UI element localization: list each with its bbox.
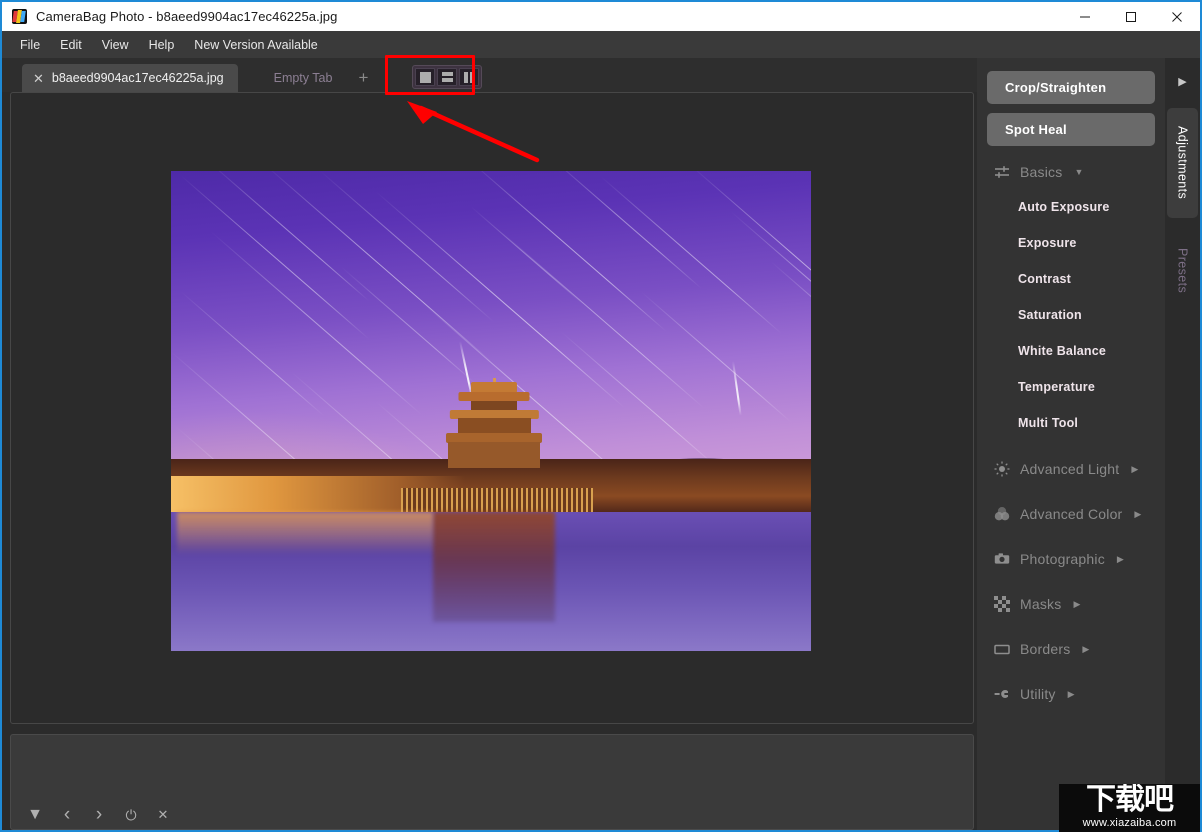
close-icon[interactable]: ✕: [155, 807, 171, 823]
camerabag-logo-icon: [12, 9, 27, 24]
category-advanced-light[interactable]: Advanced Light ▶: [987, 452, 1155, 486]
chevron-right-icon[interactable]: ▶: [1082, 644, 1089, 655]
menu-item-new-version[interactable]: New Version Available: [184, 34, 327, 56]
category-borders[interactable]: Borders ▶: [987, 632, 1155, 666]
category-label: Borders: [1020, 641, 1071, 657]
side-tab-adjustments[interactable]: Adjustments: [1167, 108, 1198, 218]
maximize-icon[interactable]: [1108, 2, 1154, 31]
single-pane-icon[interactable]: [415, 68, 436, 86]
chevron-right-icon[interactable]: ▶: [1134, 509, 1141, 520]
crop-straighten-button[interactable]: Crop/Straighten: [987, 71, 1155, 104]
adjustment-auto-exposure[interactable]: Auto Exposure: [987, 189, 1155, 225]
spot-heal-button[interactable]: Spot Heal: [987, 113, 1155, 146]
side-tab-strip: ▶ Adjustments Presets: [1165, 58, 1200, 830]
category-label: Advanced Color: [1020, 506, 1123, 522]
adjustment-contrast[interactable]: Contrast: [987, 261, 1155, 297]
application-window: CameraBag Photo - b8aeed9904ac17ec46225a…: [0, 0, 1202, 832]
adjustment-temperature[interactable]: Temperature: [987, 369, 1155, 405]
tab-active-image[interactable]: ✕ b8aeed9904ac17ec46225a.jpg: [22, 64, 238, 92]
close-icon[interactable]: [1154, 2, 1200, 31]
watermark: 下载吧 www.xiazaiba.com: [1059, 784, 1200, 832]
category-advanced-color[interactable]: Advanced Color ▶: [987, 497, 1155, 531]
wrench-icon: [993, 686, 1010, 703]
plus-icon[interactable]: +: [350, 64, 376, 92]
adjustments-panel: Crop/Straighten Spot Heal Basics ▼ Auto …: [977, 58, 1165, 830]
adjustment-white-balance[interactable]: White Balance: [987, 333, 1155, 369]
photo-colonnade: [401, 487, 594, 512]
checkerboard-icon: [993, 596, 1010, 613]
category-label: Photographic: [1020, 551, 1105, 567]
category-utility[interactable]: Utility ▶: [987, 677, 1155, 711]
color-circles-icon: [993, 506, 1010, 523]
title-bar: CameraBag Photo - b8aeed9904ac17ec46225a…: [2, 2, 1200, 31]
horizontal-split-icon[interactable]: [437, 68, 458, 86]
window-controls: [1062, 2, 1200, 31]
category-label: Utility: [1020, 686, 1056, 702]
filmstrip-toolbar: ▼ ‹ › ⏻ ✕: [19, 804, 171, 825]
watermark-text: 下载吧: [1086, 784, 1174, 817]
menu-item-view[interactable]: View: [92, 34, 139, 56]
category-label: Advanced Light: [1020, 461, 1120, 477]
camera-icon: [993, 551, 1010, 568]
triangle-right-icon[interactable]: ▶: [1165, 68, 1200, 94]
side-tab-label: Presets: [1175, 248, 1190, 294]
tab-empty[interactable]: Empty Tab: [260, 64, 347, 92]
minimize-icon[interactable]: [1062, 2, 1108, 31]
image-canvas[interactable]: [10, 92, 974, 724]
category-basics[interactable]: Basics ▼: [987, 155, 1155, 189]
view-mode-buttons: [412, 65, 483, 89]
filmstrip-panel[interactable]: ▼ ‹ › ⏻ ✕: [10, 734, 974, 830]
chevron-right-icon[interactable]: ▶: [1117, 554, 1124, 565]
chevron-right-icon[interactable]: ▶: [1068, 689, 1075, 700]
category-photographic[interactable]: Photographic ▶: [987, 542, 1155, 576]
chevron-left-icon[interactable]: ‹: [59, 804, 75, 825]
adjustment-exposure[interactable]: Exposure: [987, 225, 1155, 261]
menu-item-file[interactable]: File: [10, 34, 50, 56]
chevron-down-icon[interactable]: ▼: [1074, 167, 1083, 177]
menu-item-help[interactable]: Help: [139, 34, 185, 56]
photo-preview: [171, 171, 811, 651]
watermark-url: www.xiazaiba.com: [1082, 817, 1177, 829]
close-icon[interactable]: ✕: [33, 72, 44, 85]
chevron-right-icon[interactable]: ▶: [1131, 464, 1138, 475]
power-icon[interactable]: ⏻: [123, 807, 139, 823]
tab-label: b8aeed9904ac17ec46225a.jpg: [51, 71, 224, 85]
photo-light-reflection: [177, 511, 434, 555]
photo-tower: [446, 377, 543, 488]
sun-icon: [993, 461, 1010, 478]
category-masks[interactable]: Masks ▶: [987, 587, 1155, 621]
adjustment-saturation[interactable]: Saturation: [987, 297, 1155, 333]
chevron-right-icon[interactable]: ›: [91, 804, 107, 825]
chevron-right-icon[interactable]: ▶: [1073, 599, 1080, 610]
adjustment-multi-tool[interactable]: Multi Tool: [987, 405, 1155, 441]
rectangle-icon: [993, 641, 1010, 658]
photo-tower-reflection: [433, 511, 555, 623]
side-tab-presets[interactable]: Presets: [1167, 228, 1198, 314]
side-tab-label: Adjustments: [1175, 126, 1190, 200]
triangle-down-icon[interactable]: ▼: [27, 806, 43, 823]
vertical-split-icon[interactable]: [459, 68, 480, 86]
menu-bar: File Edit View Help New Version Availabl…: [2, 31, 1200, 58]
menu-item-edit[interactable]: Edit: [50, 34, 92, 56]
sliders-icon: [993, 164, 1010, 181]
category-label: Masks: [1020, 596, 1062, 612]
window-title: CameraBag Photo - b8aeed9904ac17ec46225a…: [36, 9, 338, 24]
category-label: Basics: [1020, 164, 1063, 180]
